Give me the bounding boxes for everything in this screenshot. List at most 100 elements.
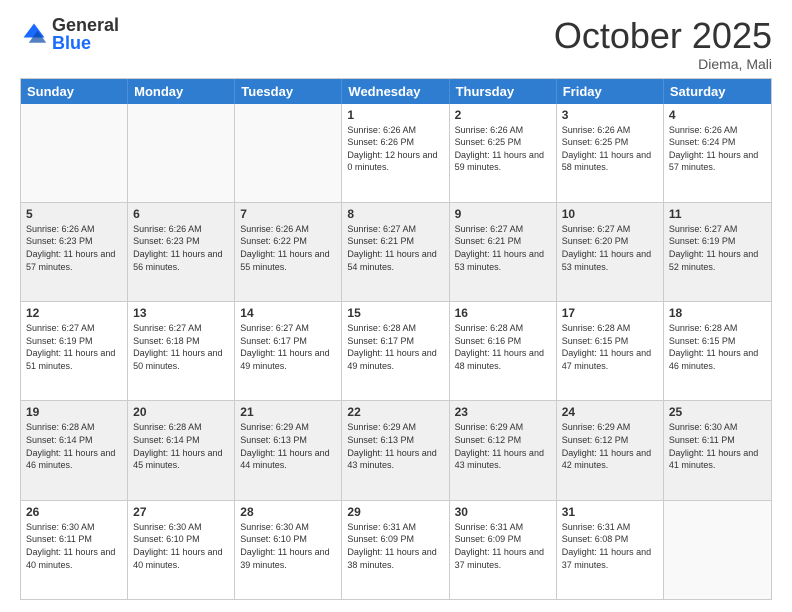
- day-cell-29: 29Sunrise: 6:31 AMSunset: 6:09 PMDayligh…: [342, 501, 449, 599]
- day-cell-16: 16Sunrise: 6:28 AMSunset: 6:16 PMDayligh…: [450, 302, 557, 400]
- empty-cell: [664, 501, 771, 599]
- day-info: Sunrise: 6:26 AMSunset: 6:25 PMDaylight:…: [455, 124, 551, 174]
- empty-cell: [128, 104, 235, 202]
- day-info: Sunrise: 6:26 AMSunset: 6:26 PMDaylight:…: [347, 124, 443, 174]
- day-cell-6: 6Sunrise: 6:26 AMSunset: 6:23 PMDaylight…: [128, 203, 235, 301]
- day-number: 11: [669, 207, 766, 221]
- day-info: Sunrise: 6:29 AMSunset: 6:13 PMDaylight:…: [347, 421, 443, 471]
- day-info: Sunrise: 6:31 AMSunset: 6:08 PMDaylight:…: [562, 521, 658, 571]
- day-info: Sunrise: 6:30 AMSunset: 6:10 PMDaylight:…: [133, 521, 229, 571]
- day-cell-8: 8Sunrise: 6:27 AMSunset: 6:21 PMDaylight…: [342, 203, 449, 301]
- day-cell-10: 10Sunrise: 6:27 AMSunset: 6:20 PMDayligh…: [557, 203, 664, 301]
- day-number: 14: [240, 306, 336, 320]
- day-cell-7: 7 Sunrise: 6:26 AMSunset: 6:22 PMDaylight…: [235, 203, 342, 301]
- day-info: Sunrise: 6:28 AMSunset: 6:16 PMDaylight:…: [455, 322, 551, 372]
- day-info: Sunrise: 6:28 AMSunset: 6:14 PMDaylight:…: [26, 421, 122, 471]
- day-cell-21: 21Sunrise: 6:29 AMSunset: 6:13 PMDayligh…: [235, 401, 342, 499]
- day-cell-12: 12 Sunrise: 6:27 AMSunset: 6:19 PMDayligh…: [21, 302, 128, 400]
- day-cell-26: 26 Sunrise: 6:30 AMSunset: 6:11 PMDayligh…: [21, 501, 128, 599]
- calendar-row-1: 5Sunrise: 6:26 AMSunset: 6:23 PMDaylight…: [21, 202, 771, 301]
- title-area: October 2025 Diema, Mali: [554, 16, 772, 72]
- day-cell-31: 31 Sunrise: 6:31 AMSunset: 6:08 PMDayligh…: [557, 501, 664, 599]
- day-cell-5: 5Sunrise: 6:26 AMSunset: 6:23 PMDaylight…: [21, 203, 128, 301]
- day-info: Sunrise: 6:27 AMSunset: 6:18 PMDaylight:…: [133, 322, 229, 372]
- day-number: 19: [26, 405, 122, 419]
- day-number: 9: [455, 207, 551, 221]
- header-day-saturday: Saturday: [664, 79, 771, 104]
- calendar-row-3: 19 Sunrise: 6:28 AMSunset: 6:14 PMDayligh…: [21, 400, 771, 499]
- day-number: 2: [455, 108, 551, 122]
- page: General Blue October 2025 Diema, Mali Su…: [0, 0, 792, 612]
- day-number: 27: [133, 505, 229, 519]
- day-info: Sunrise: 6:28 AMSunset: 6:15 PMDaylight:…: [562, 322, 658, 372]
- day-info: Sunrise: 6:26 AMSunset: 6:25 PMDaylight:…: [562, 124, 658, 174]
- day-cell-3: 3 Sunrise: 6:26 AMSunset: 6:25 PMDaylight…: [557, 104, 664, 202]
- empty-cell: [21, 104, 128, 202]
- calendar-body: 1Sunrise: 6:26 AMSunset: 6:26 PMDaylight…: [21, 104, 771, 599]
- day-number: 15: [347, 306, 443, 320]
- day-cell-19: 19 Sunrise: 6:28 AMSunset: 6:14 PMDayligh…: [21, 401, 128, 499]
- day-number: 4: [669, 108, 766, 122]
- day-cell-24: 24Sunrise: 6:29 AMSunset: 6:12 PMDayligh…: [557, 401, 664, 499]
- day-info: Sunrise: 6:27 AMSunset: 6:21 PMDaylight:…: [455, 223, 551, 273]
- day-number: 17: [562, 306, 658, 320]
- day-info: Sunrise: 6:29 AMSunset: 6:12 PMDaylight:…: [562, 421, 658, 471]
- logo: General Blue: [20, 16, 119, 52]
- day-number: 7: [240, 207, 336, 221]
- day-info: Sunrise: 6:28 AMSunset: 6:15 PMDaylight:…: [669, 322, 766, 372]
- day-info: Sunrise: 6:31 AMSunset: 6:09 PMDaylight:…: [455, 521, 551, 571]
- day-cell-22: 22 Sunrise: 6:29 AMSunset: 6:13 PMDayligh…: [342, 401, 449, 499]
- day-cell-17: 17 Sunrise: 6:28 AMSunset: 6:15 PMDayligh…: [557, 302, 664, 400]
- day-cell-14: 14Sunrise: 6:27 AMSunset: 6:17 PMDayligh…: [235, 302, 342, 400]
- day-number: 6: [133, 207, 229, 221]
- header-day-thursday: Thursday: [450, 79, 557, 104]
- day-number: 25: [669, 405, 766, 419]
- day-number: 13: [133, 306, 229, 320]
- day-number: 29: [347, 505, 443, 519]
- day-info: Sunrise: 6:27 AMSunset: 6:19 PMDaylight:…: [26, 322, 122, 372]
- calendar-header: SundayMondayTuesdayWednesdayThursdayFrid…: [21, 79, 771, 104]
- day-number: 21: [240, 405, 336, 419]
- day-cell-11: 11 Sunrise: 6:27 AMSunset: 6:19 PMDayligh…: [664, 203, 771, 301]
- day-number: 22: [347, 405, 443, 419]
- day-info: Sunrise: 6:28 AMSunset: 6:17 PMDaylight:…: [347, 322, 443, 372]
- day-info: Sunrise: 6:26 AMSunset: 6:22 PMDaylight:…: [240, 223, 336, 273]
- day-cell-13: 13 Sunrise: 6:27 AMSunset: 6:18 PMDayligh…: [128, 302, 235, 400]
- header-day-sunday: Sunday: [21, 79, 128, 104]
- day-number: 30: [455, 505, 551, 519]
- day-cell-1: 1Sunrise: 6:26 AMSunset: 6:26 PMDaylight…: [342, 104, 449, 202]
- day-number: 3: [562, 108, 658, 122]
- day-number: 26: [26, 505, 122, 519]
- empty-cell: [235, 104, 342, 202]
- day-cell-18: 18 Sunrise: 6:28 AMSunset: 6:15 PMDayligh…: [664, 302, 771, 400]
- day-cell-30: 30 Sunrise: 6:31 AMSunset: 6:09 PMDayligh…: [450, 501, 557, 599]
- logo-icon: [20, 20, 48, 48]
- header: General Blue October 2025 Diema, Mali: [20, 16, 772, 72]
- logo-text: General Blue: [52, 16, 119, 52]
- calendar-row-0: 1Sunrise: 6:26 AMSunset: 6:26 PMDaylight…: [21, 104, 771, 202]
- day-number: 12: [26, 306, 122, 320]
- location: Diema, Mali: [554, 56, 772, 72]
- day-info: Sunrise: 6:27 AMSunset: 6:21 PMDaylight:…: [347, 223, 443, 273]
- day-cell-9: 9 Sunrise: 6:27 AMSunset: 6:21 PMDaylight…: [450, 203, 557, 301]
- day-number: 31: [562, 505, 658, 519]
- day-number: 5: [26, 207, 122, 221]
- calendar: SundayMondayTuesdayWednesdayThursdayFrid…: [20, 78, 772, 600]
- header-day-tuesday: Tuesday: [235, 79, 342, 104]
- day-number: 20: [133, 405, 229, 419]
- day-info: Sunrise: 6:30 AMSunset: 6:10 PMDaylight:…: [240, 521, 336, 571]
- day-number: 28: [240, 505, 336, 519]
- calendar-row-2: 12 Sunrise: 6:27 AMSunset: 6:19 PMDayligh…: [21, 301, 771, 400]
- day-cell-20: 20Sunrise: 6:28 AMSunset: 6:14 PMDayligh…: [128, 401, 235, 499]
- day-cell-4: 4Sunrise: 6:26 AMSunset: 6:24 PMDaylight…: [664, 104, 771, 202]
- day-cell-27: 27 Sunrise: 6:30 AMSunset: 6:10 PMDayligh…: [128, 501, 235, 599]
- day-cell-2: 2 Sunrise: 6:26 AMSunset: 6:25 PMDaylight…: [450, 104, 557, 202]
- day-cell-23: 23Sunrise: 6:29 AMSunset: 6:12 PMDayligh…: [450, 401, 557, 499]
- month-title: October 2025: [554, 16, 772, 56]
- logo-general-text: General: [52, 16, 119, 34]
- calendar-row-4: 26 Sunrise: 6:30 AMSunset: 6:11 PMDayligh…: [21, 500, 771, 599]
- day-number: 18: [669, 306, 766, 320]
- day-info: Sunrise: 6:30 AMSunset: 6:11 PMDaylight:…: [26, 521, 122, 571]
- logo-blue-text: Blue: [52, 34, 119, 52]
- day-info: Sunrise: 6:27 AMSunset: 6:19 PMDaylight:…: [669, 223, 766, 273]
